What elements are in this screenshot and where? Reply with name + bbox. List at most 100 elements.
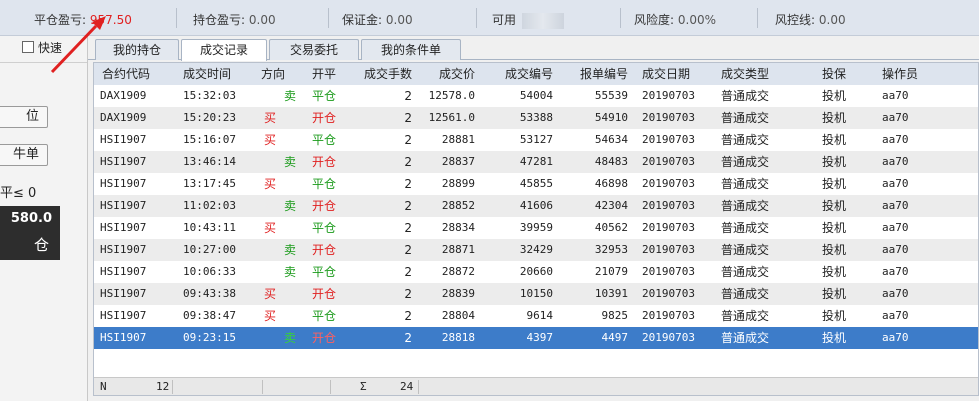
cell-trade-time: 09:38:47 xyxy=(183,309,236,322)
cell-trade-time: 13:17:45 xyxy=(183,177,236,190)
column-header-hedge-flag[interactable]: 投保 xyxy=(822,63,862,85)
hold-pnl: 持仓盈亏: 0.00 xyxy=(193,11,276,28)
order-panel: 快速 ı 位 牛单 平≤ 0 580.0 仓 xyxy=(0,36,88,401)
cell-operator: aa70 xyxy=(882,221,909,234)
cell-trade-type: 普通成交 xyxy=(721,265,770,279)
cell-price: 28837 xyxy=(441,155,475,168)
table-row[interactable]: HSI1907 09:23:15 卖 开仓 2 28818 4397 4497 20190703… xyxy=(94,327,978,349)
cell-order-id: 21079 xyxy=(594,265,628,278)
cell-open-close: 平仓 xyxy=(312,177,337,191)
tab-conditional-orders[interactable]: 我的条件单 xyxy=(361,39,461,60)
cell-contract-code: HSI1907 xyxy=(100,155,147,168)
cell-trade-type: 普通成交 xyxy=(721,331,770,345)
cell-operator: aa70 xyxy=(882,243,909,256)
cell-trade-date: 20190703 xyxy=(642,199,695,212)
table-row[interactable]: HSI1907 13:46:14 卖 开仓 2 28837 47281 48483 201907… xyxy=(94,151,978,173)
position-button[interactable]: 位 xyxy=(0,106,48,128)
cell-trade-date: 20190703 xyxy=(642,309,695,322)
available: 可用 xyxy=(492,11,565,29)
cell-price: 28881 xyxy=(441,133,475,146)
cell-trade-id: 54004 xyxy=(519,89,553,102)
table-row[interactable]: HSI1907 13:17:45 买 平仓 2 28899 45855 46898 201907… xyxy=(94,173,978,195)
cell-contract-code: HSI1907 xyxy=(100,287,147,300)
cell-contract-code: DAX1909 xyxy=(100,111,147,124)
margin-value: 0.00 xyxy=(385,13,413,27)
table-row[interactable]: DAX1909 15:32:03 卖 平仓 2 12578.0 54004 55539 2019… xyxy=(94,85,978,107)
cell-trade-time: 15:20:23 xyxy=(183,111,236,124)
table-row[interactable]: HSI1907 09:38:47 买 平仓 2 28804 9614 9825 20190703… xyxy=(94,305,978,327)
cell-hedge-flag: 投机 xyxy=(822,265,847,279)
divider xyxy=(0,62,87,63)
cell-contract-code: HSI1907 xyxy=(100,177,147,190)
risk-ratio: 风险度: 0.00% xyxy=(634,11,716,28)
tab-trade-records[interactable]: 成交记录 xyxy=(181,39,267,61)
quick-checkbox[interactable] xyxy=(22,41,34,53)
cell-open-close: 开仓 xyxy=(312,155,337,169)
tab-trade-orders[interactable]: 交易委托 xyxy=(269,39,359,60)
close-position-button[interactable]: 580.0 仓 xyxy=(0,206,60,260)
cell-hedge-flag: 投机 xyxy=(822,89,847,103)
column-header-price[interactable]: 成交价 xyxy=(420,63,475,85)
table-header: 合约代码 成交时间 方向 开平 成交手数 成交价 成交编号 报单编号 成交日期 成交类型 投保 操作员 xyxy=(94,63,978,86)
cell-hedge-flag: 投机 xyxy=(822,287,847,301)
cell-volume: 2 xyxy=(404,199,412,213)
cell-direction: 卖 xyxy=(284,199,297,213)
column-header-contract-code[interactable]: 合约代码 xyxy=(102,63,172,85)
cell-volume: 2 xyxy=(404,331,412,345)
cell-order-id: 46898 xyxy=(594,177,628,190)
risk-label: 风险度: xyxy=(634,13,675,27)
table-row[interactable]: HSI1907 11:02:03 卖 开仓 2 28852 41606 42304 201907… xyxy=(94,195,978,217)
column-header-open-close[interactable]: 开平 xyxy=(312,63,352,85)
condition-order-button[interactable]: 牛单 xyxy=(0,144,48,166)
cell-operator: aa70 xyxy=(882,133,909,146)
count-value: 12 xyxy=(156,380,170,393)
column-header-trade-id[interactable]: 成交编号 xyxy=(486,63,553,85)
cell-direction: 买 xyxy=(264,287,277,301)
table-row[interactable]: HSI1907 15:16:07 买 平仓 2 28881 53127 54634 201907… xyxy=(94,129,978,151)
cell-price: 28804 xyxy=(441,309,475,322)
table-row[interactable]: HSI1907 09:43:38 买 开仓 2 28839 10150 10391 201907… xyxy=(94,283,978,305)
table-row[interactable]: HSI1907 10:06:33 卖 平仓 2 28872 20660 21079 201907… xyxy=(94,261,978,283)
cell-trade-time: 11:02:03 xyxy=(183,199,236,212)
column-header-trade-time[interactable]: 成交时间 xyxy=(183,63,253,85)
column-header-trade-date[interactable]: 成交日期 xyxy=(642,63,712,85)
cell-open-close: 开仓 xyxy=(312,111,337,125)
cell-trade-type: 普通成交 xyxy=(721,155,770,169)
cell-hedge-flag: 投机 xyxy=(822,331,847,345)
cell-direction: 买 xyxy=(264,133,277,147)
cell-order-id: 48483 xyxy=(594,155,628,168)
cell-trade-type: 普通成交 xyxy=(721,199,770,213)
cell-open-close: 开仓 xyxy=(312,331,337,345)
trade-records-table: 合约代码 成交时间 方向 开平 成交手数 成交价 成交编号 报单编号 成交日期 成交类型 投保 操作员… xyxy=(93,62,979,396)
column-header-order-id[interactable]: 报单编号 xyxy=(561,63,628,85)
control-value: 0.00 xyxy=(818,13,846,27)
tab-my-positions[interactable]: 我的持仓 xyxy=(95,39,179,60)
cell-order-id: 10391 xyxy=(594,287,628,300)
cell-trade-time: 10:43:11 xyxy=(183,221,236,234)
close-pnl-label: 平仓盈亏: xyxy=(34,13,87,27)
cell-direction: 买 xyxy=(264,177,277,191)
close-pnl: 平仓盈亏: 957.50 xyxy=(34,11,132,28)
column-header-volume[interactable]: 成交手数 xyxy=(356,63,412,85)
cell-operator: aa70 xyxy=(882,199,909,212)
column-header-operator[interactable]: 操作员 xyxy=(882,63,932,85)
cell-operator: aa70 xyxy=(882,309,909,322)
divider xyxy=(328,8,329,28)
column-header-trade-type[interactable]: 成交类型 xyxy=(721,63,791,85)
available-label: 可用 xyxy=(492,13,517,27)
cell-volume: 2 xyxy=(404,133,412,147)
divider xyxy=(620,8,621,28)
cell-price: 28871 xyxy=(441,243,475,256)
cell-price: 28834 xyxy=(441,221,475,234)
cell-open-close: 平仓 xyxy=(312,221,337,235)
cell-trade-time: 09:23:15 xyxy=(183,331,236,344)
divider xyxy=(418,380,419,394)
cell-open-close: 开仓 xyxy=(312,243,337,257)
cell-direction: 买 xyxy=(264,111,277,125)
column-header-direction[interactable]: 方向 xyxy=(261,63,301,85)
cell-trade-time: 13:46:14 xyxy=(183,155,236,168)
cell-open-close: 平仓 xyxy=(312,309,337,323)
table-row[interactable]: HSI1907 10:43:11 买 平仓 2 28834 39959 40562 201907… xyxy=(94,217,978,239)
table-row[interactable]: DAX1909 15:20:23 买 开仓 2 12561.0 53388 54910 2019… xyxy=(94,107,978,129)
table-row[interactable]: HSI1907 10:27:00 卖 开仓 2 28871 32429 32953 201907… xyxy=(94,239,978,261)
